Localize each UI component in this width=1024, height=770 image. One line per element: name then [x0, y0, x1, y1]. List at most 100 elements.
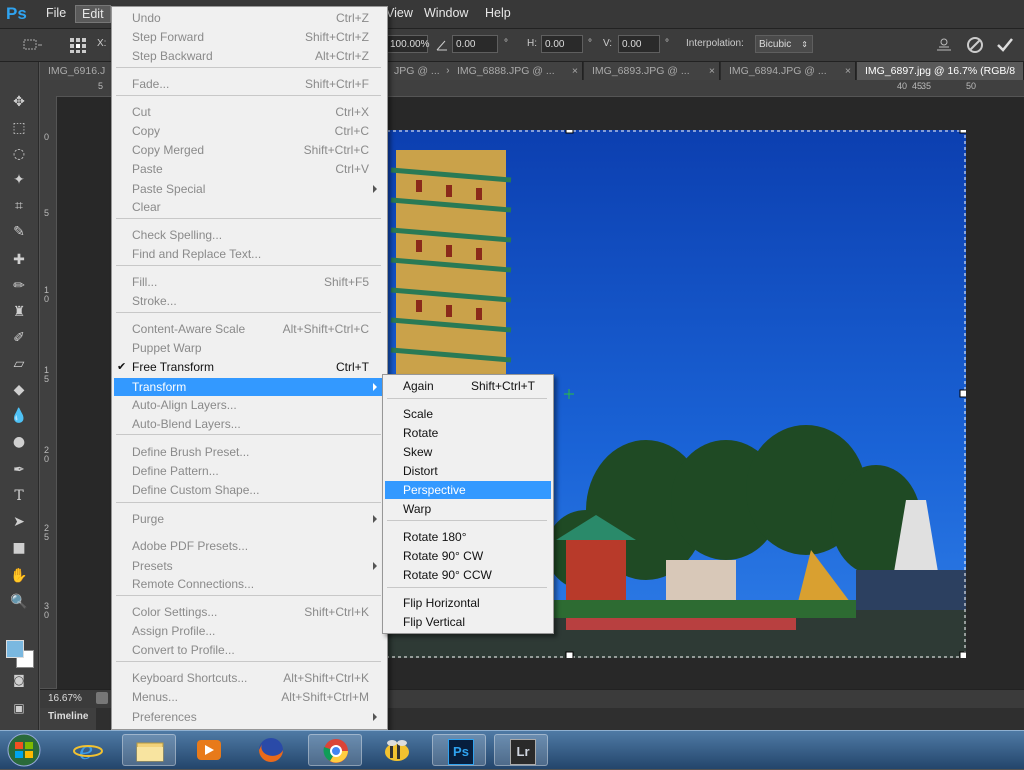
clone-stamp-icon[interactable]: ♜ — [9, 302, 29, 322]
zoom-tool-icon[interactable]: 🔍 — [9, 592, 29, 612]
transform-item-perspective[interactable]: Perspective — [385, 481, 551, 499]
edit-menu-item-define-custom-shape[interactable]: Define Custom Shape... — [114, 481, 385, 499]
history-brush-icon[interactable]: ✐ — [9, 328, 29, 348]
edit-menu-item-remote-connections[interactable]: Remote Connections... — [114, 575, 385, 593]
reference-point-icon[interactable] — [68, 36, 88, 54]
dodge-tool-icon[interactable]: ● — [9, 432, 29, 452]
brush-tool-icon[interactable]: ✏ — [9, 276, 29, 296]
edit-menu-item-copy[interactable]: Copy Ctrl+C — [114, 122, 385, 140]
crop-tool-icon[interactable]: ⌗ — [9, 196, 29, 216]
close-icon[interactable]: × — [572, 62, 578, 80]
menu-view[interactable]: View — [386, 6, 413, 20]
edit-menu-item-content-aware-scale[interactable]: Content-Aware Scale Alt+Shift+Ctrl+C — [114, 320, 385, 338]
screen-mode-icon[interactable]: ▣ — [9, 698, 29, 718]
edit-menu-item-preferences[interactable]: Preferences — [114, 708, 385, 726]
status-info-icon[interactable] — [96, 692, 108, 704]
pen-tool-icon[interactable]: ✒ — [9, 460, 29, 480]
magic-wand-icon[interactable]: ✦ — [9, 170, 29, 190]
bee-app-icon[interactable] — [370, 734, 424, 766]
lightroom-taskbar-button[interactable]: Lr — [494, 734, 548, 766]
file-explorer-icon[interactable] — [122, 734, 176, 766]
close-icon[interactable]: × — [709, 62, 715, 80]
transform-item-warp[interactable]: Warp — [385, 500, 551, 518]
edit-menu-item-free-transform[interactable]: ✔ Free Transform Ctrl+T — [114, 358, 385, 376]
paint-bucket-icon[interactable]: ◆ — [9, 380, 29, 400]
edit-menu-item-presets[interactable]: Presets — [114, 557, 385, 575]
transform-item-scale[interactable]: Scale — [385, 405, 551, 423]
transform-item-rotate-90-ccw[interactable]: Rotate 90° CCW — [385, 566, 551, 584]
edit-menu-item-define-brush-preset[interactable]: Define Brush Preset... — [114, 443, 385, 461]
edit-menu-item-step-backward[interactable]: Step Backward Alt+Ctrl+Z — [114, 47, 385, 65]
menu-window[interactable]: Window — [424, 6, 468, 20]
chrome-icon[interactable] — [308, 734, 362, 766]
commit-transform-icon[interactable] — [996, 36, 1014, 54]
cancel-transform-icon[interactable] — [966, 36, 984, 54]
menu-edit[interactable]: Edit — [75, 5, 111, 23]
menu-file[interactable]: File — [46, 6, 66, 20]
edit-menu-item-find-and-replace-text[interactable]: Find and Replace Text... — [114, 245, 385, 263]
edit-menu-item-puppet-warp[interactable]: Puppet Warp — [114, 339, 385, 357]
lasso-tool-icon[interactable]: ◌ — [9, 144, 29, 164]
edit-menu-item-convert-to-profile[interactable]: Convert to Profile... — [114, 641, 385, 659]
internet-explorer-icon[interactable]: e — [62, 734, 116, 766]
transform-item-flip-horizontal[interactable]: Flip Horizontal — [385, 594, 551, 612]
tab-img-6897[interactable]: IMG_6897.jpg @ 16.7% (RGB/8 — [857, 62, 1024, 80]
edit-menu-item-define-pattern[interactable]: Define Pattern... — [114, 462, 385, 480]
edit-menu-item-clear[interactable]: Clear — [114, 198, 385, 216]
media-player-icon[interactable] — [182, 734, 236, 766]
edit-menu-item-fade[interactable]: Fade... Shift+Ctrl+F — [114, 75, 385, 93]
healing-brush-icon[interactable]: ✚ — [9, 250, 29, 270]
width-percent-field[interactable]: 100.00% — [386, 35, 429, 53]
tab-img-6916[interactable]: IMG_6916.J — [40, 62, 112, 80]
h-skew-field[interactable]: 0.00 — [541, 35, 583, 53]
transform-item-rotate[interactable]: Rotate — [385, 424, 551, 442]
photoshop-taskbar-button[interactable]: Ps — [432, 734, 486, 766]
transform-item-rotate-90-cw[interactable]: Rotate 90° CW — [385, 547, 551, 565]
edit-menu-item-stroke[interactable]: Stroke... — [114, 292, 385, 310]
hand-tool-icon[interactable]: ✋ — [9, 566, 29, 586]
rectangle-tool-icon[interactable]: ■ — [9, 538, 29, 558]
tab-img-6888[interactable]: IMG_6888.JPG @ ... × — [449, 62, 583, 80]
tab-img-partial[interactable]: JPG @ ...× — [386, 62, 456, 80]
menu-help[interactable]: Help — [485, 6, 511, 20]
type-tool-icon[interactable]: T — [9, 486, 29, 506]
transform-item-distort[interactable]: Distort — [385, 462, 551, 480]
warp-mode-icon[interactable] — [934, 36, 954, 54]
edit-menu-item-transform[interactable]: Transform — [114, 378, 385, 396]
edit-menu-item-undo[interactable]: Undo Ctrl+Z — [114, 9, 385, 27]
path-selection-icon[interactable]: ➤ — [9, 512, 29, 532]
timeline-tab[interactable]: Timeline — [40, 708, 97, 732]
edit-menu-item-color-settings[interactable]: Color Settings... Shift+Ctrl+K — [114, 603, 385, 621]
windows-start-orb[interactable] — [4, 732, 44, 768]
move-tool-icon[interactable]: ✥ — [9, 92, 29, 112]
marquee-tool-icon[interactable]: ⬚ — [9, 118, 29, 138]
edit-menu-item-keyboard-shortcuts[interactable]: Keyboard Shortcuts... Alt+Shift+Ctrl+K — [114, 669, 385, 687]
interpolation-select[interactable]: Bicubic ⇕ — [755, 35, 813, 53]
transform-item-again[interactable]: Again Shift+Ctrl+T — [385, 377, 551, 395]
edit-menu-item-cut[interactable]: Cut Ctrl+X — [114, 103, 385, 121]
transform-tool-icon[interactable] — [22, 37, 44, 53]
firefox-icon[interactable] — [244, 734, 298, 766]
edit-menu-item-auto-blend-layers[interactable]: Auto-Blend Layers... — [114, 415, 385, 433]
transform-item-skew[interactable]: Skew — [385, 443, 551, 461]
edit-menu-item-copy-merged[interactable]: Copy Merged Shift+Ctrl+C — [114, 141, 385, 159]
quick-mask-icon[interactable]: ◙ — [9, 670, 29, 690]
edit-menu-item-check-spelling[interactable]: Check Spelling... — [114, 226, 385, 244]
rotation-angle-field[interactable]: 0.00 — [452, 35, 498, 53]
zoom-level[interactable]: 16.67% — [48, 693, 82, 704]
edit-menu-item-step-forward[interactable]: Step Forward Shift+Ctrl+Z — [114, 28, 385, 46]
edit-menu-item-paste-special[interactable]: Paste Special — [114, 180, 385, 198]
tab-img-6893[interactable]: IMG_6893.JPG @ ... × — [584, 62, 720, 80]
transform-item-rotate-180[interactable]: Rotate 180° — [385, 528, 551, 546]
tab-img-6894[interactable]: IMG_6894.JPG @ ... × — [721, 62, 856, 80]
v-skew-field[interactable]: 0.00 — [618, 35, 660, 53]
edit-menu-item-auto-align-layers[interactable]: Auto-Align Layers... — [114, 396, 385, 414]
transform-item-flip-vertical[interactable]: Flip Vertical — [385, 613, 551, 631]
foreground-color-swatch[interactable] — [6, 640, 24, 658]
edit-menu-item-purge[interactable]: Purge — [114, 510, 385, 528]
edit-menu-item-adobe-pdf-presets[interactable]: Adobe PDF Presets... — [114, 537, 385, 555]
eraser-tool-icon[interactable]: ▱ — [9, 354, 29, 374]
edit-menu-item-assign-profile[interactable]: Assign Profile... — [114, 622, 385, 640]
blur-tool-icon[interactable]: 💧 — [9, 406, 29, 426]
eyedropper-icon[interactable]: ✎ — [9, 222, 29, 242]
